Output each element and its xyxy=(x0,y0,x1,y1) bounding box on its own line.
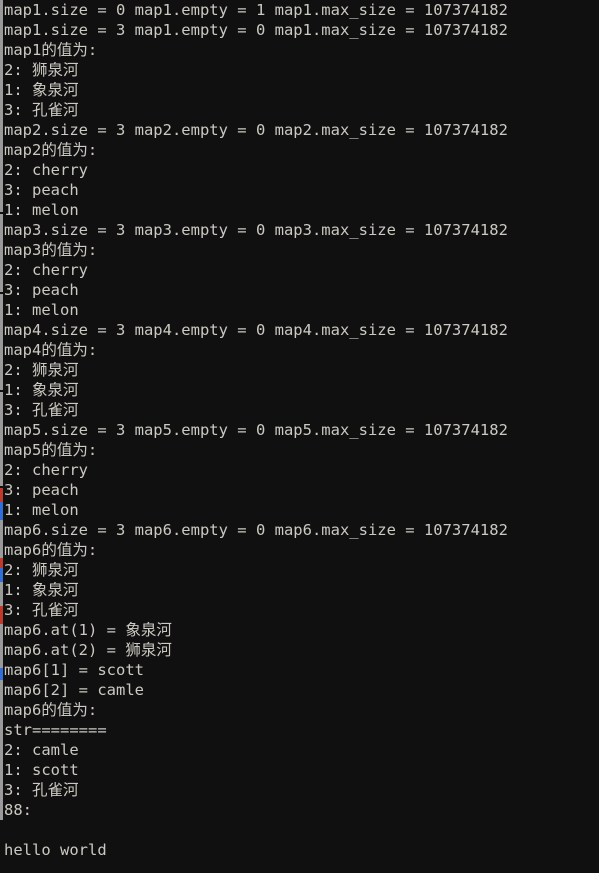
console-line: map1.size = 0 map1.empty = 1 map1.max_si… xyxy=(4,1,508,19)
console-line: 1: melon xyxy=(4,201,79,219)
console-line: 1: 象泉河 xyxy=(4,381,79,399)
console-line: map4的值为: xyxy=(4,341,98,359)
console-line: 1: scott xyxy=(4,761,79,779)
console-line: map2的值为: xyxy=(4,141,98,159)
console-line: map6.at(2) = 狮泉河 xyxy=(4,641,172,659)
console-line: str======== xyxy=(4,721,107,739)
console-line: 88: xyxy=(4,801,32,819)
console-line: 2: camle xyxy=(4,741,79,759)
console-line: 2: 狮泉河 xyxy=(4,561,79,579)
console-line: 2: cherry xyxy=(4,261,88,279)
console-line: 1: 象泉河 xyxy=(4,581,79,599)
console-line: map6的值为: xyxy=(4,541,98,559)
console-line: 3: peach xyxy=(4,281,79,299)
console-line: 1: 象泉河 xyxy=(4,81,79,99)
console-line: map5.size = 3 map5.empty = 0 map5.max_si… xyxy=(4,421,508,439)
console-line: map6.at(1) = 象泉河 xyxy=(4,621,172,639)
console-line: 2: 狮泉河 xyxy=(4,61,79,79)
console-line: 3: peach xyxy=(4,481,79,499)
program-output[interactable]: map1.size = 0 map1.empty = 1 map1.max_si… xyxy=(3,0,599,873)
console-line: map6的值为: xyxy=(4,701,98,719)
console-line: 3: 孔雀河 xyxy=(4,601,79,619)
console-line: 2: 狮泉河 xyxy=(4,361,79,379)
console-line: 1: melon xyxy=(4,301,79,319)
console-line: 3: 孔雀河 xyxy=(4,781,79,799)
console-line: map1的值为: xyxy=(4,41,98,59)
console-line: map1.size = 3 map1.empty = 0 map1.max_si… xyxy=(4,21,508,39)
console-window: map1.size = 0 map1.empty = 1 map1.max_si… xyxy=(0,0,599,873)
console-line: hello world xyxy=(4,841,107,859)
console-line: map4.size = 3 map4.empty = 0 map4.max_si… xyxy=(4,321,508,339)
console-line: map6[2] = camle xyxy=(4,681,144,699)
console-line: map3的值为: xyxy=(4,241,98,259)
console-line: map2.size = 3 map2.empty = 0 map2.max_si… xyxy=(4,121,508,139)
console-line: map3.size = 3 map3.empty = 0 map3.max_si… xyxy=(4,221,508,239)
console-line: 3: 孔雀河 xyxy=(4,101,79,119)
console-line: 2: cherry xyxy=(4,161,88,179)
console-line: 3: 孔雀河 xyxy=(4,401,79,419)
console-line: 3: peach xyxy=(4,181,79,199)
console-line: 2: cherry xyxy=(4,461,88,479)
console-line: 1: melon xyxy=(4,501,79,519)
console-line: map5的值为: xyxy=(4,441,98,459)
console-line: map6[1] = scott xyxy=(4,661,144,679)
console-line: map6.size = 3 map6.empty = 0 map6.max_si… xyxy=(4,521,508,539)
